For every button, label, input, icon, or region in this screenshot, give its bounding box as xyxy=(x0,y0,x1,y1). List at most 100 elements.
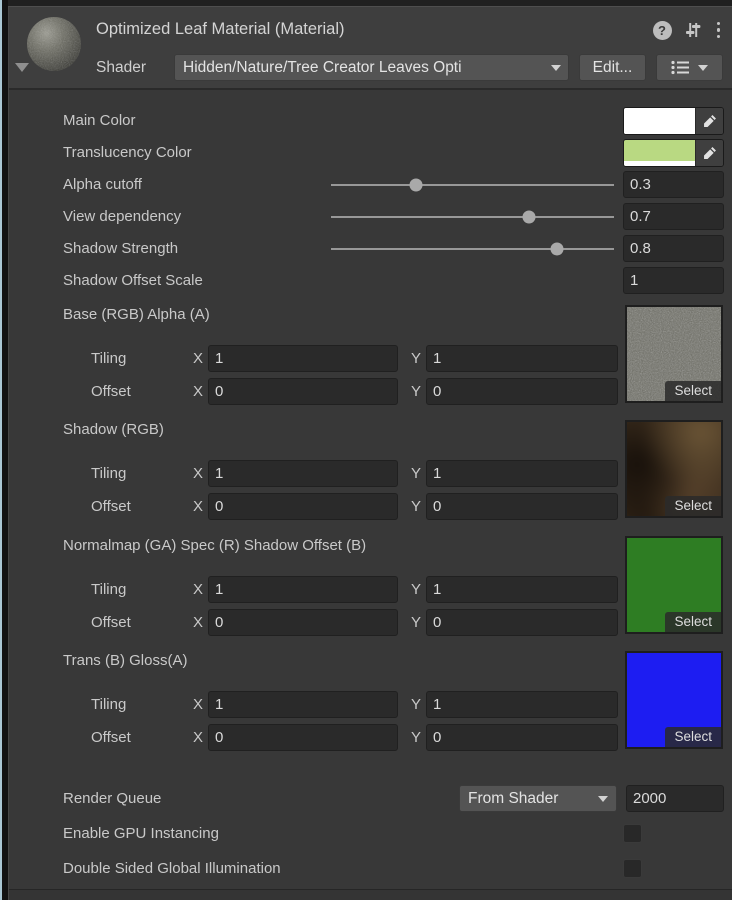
tiling-x-input[interactable] xyxy=(208,460,398,487)
select-texture-button[interactable]: Select xyxy=(665,381,721,401)
shader-label: Shader xyxy=(96,59,146,77)
more-menu-icon[interactable] xyxy=(714,22,724,39)
texture-thumbnail-trans[interactable]: Select xyxy=(625,651,723,749)
x-label: X xyxy=(193,696,208,713)
offset-x-input[interactable] xyxy=(208,724,398,751)
slider-thumb[interactable] xyxy=(551,242,564,255)
y-label: Y xyxy=(411,383,426,400)
shadow-strength-label: Shadow Strength xyxy=(63,235,178,262)
slider-thumb[interactable] xyxy=(409,178,422,191)
presets-icon[interactable] xyxy=(684,21,702,39)
translucency-color-label: Translucency Color xyxy=(63,139,192,167)
material-header: Optimized Leaf Material (Material) ? Sha… xyxy=(9,7,732,90)
alpha-cutoff-label: Alpha cutoff xyxy=(63,171,142,198)
x-label: X xyxy=(193,498,208,515)
eyedropper-icon[interactable] xyxy=(695,140,723,166)
shadow-offset-scale-value[interactable] xyxy=(623,267,724,294)
chevron-down-icon xyxy=(698,65,708,71)
x-label: X xyxy=(193,465,208,482)
view-dependency-label: View dependency xyxy=(63,203,181,230)
y-label: Y xyxy=(411,350,426,367)
main-color-swatch[interactable] xyxy=(624,108,695,134)
help-icon[interactable]: ? xyxy=(653,21,672,40)
alpha-cutoff-value[interactable] xyxy=(623,171,724,198)
main-color-control xyxy=(623,107,724,135)
tiling-label: Tiling xyxy=(91,696,193,713)
translucency-color-swatch[interactable] xyxy=(624,140,695,166)
tiling-y-input[interactable] xyxy=(426,345,618,372)
y-label: Y xyxy=(411,614,426,631)
gpu-instancing-checkbox[interactable] xyxy=(623,824,642,843)
texture-section-base: Base (RGB) Alpha (A) Tiling X Y Offset X… xyxy=(9,305,732,405)
tiling-x-input[interactable] xyxy=(208,691,398,718)
offset-y-input[interactable] xyxy=(426,493,618,520)
shadow-offset-scale-label: Shadow Offset Scale xyxy=(63,267,203,294)
texture-label: Trans (B) Gloss(A) xyxy=(63,652,187,669)
texture-thumbnail-base[interactable]: Select xyxy=(625,305,723,403)
shadow-strength-value[interactable] xyxy=(623,235,724,262)
translucency-color-control xyxy=(623,139,724,167)
inspector-material-panel: Optimized Leaf Material (Material) ? Sha… xyxy=(0,0,732,900)
view-dependency-slider[interactable] xyxy=(331,203,614,230)
texture-thumbnail-shadow[interactable]: Select xyxy=(625,420,723,518)
alpha-bar xyxy=(624,161,695,166)
select-texture-button[interactable]: Select xyxy=(665,727,721,747)
tiling-x-input[interactable] xyxy=(208,576,398,603)
tiling-y-input[interactable] xyxy=(426,576,618,603)
x-label: X xyxy=(193,383,208,400)
slider-thumb[interactable] xyxy=(523,210,536,223)
x-label: X xyxy=(193,729,208,746)
texture-section-shadow: Shadow (RGB) Tiling X Y Offset X Y Selec… xyxy=(9,420,732,520)
x-label: X xyxy=(193,350,208,367)
offset-label: Offset xyxy=(91,614,193,631)
y-label: Y xyxy=(411,696,426,713)
select-texture-button[interactable]: Select xyxy=(665,612,721,632)
edit-shader-button[interactable]: Edit... xyxy=(579,54,646,81)
render-queue-value[interactable] xyxy=(626,785,724,812)
double-sided-gi-label: Double Sided Global Illumination xyxy=(63,855,281,882)
tiling-y-input[interactable] xyxy=(426,460,618,487)
eyedropper-icon[interactable] xyxy=(695,108,723,134)
material-title: Optimized Leaf Material (Material) xyxy=(96,20,345,39)
gpu-instancing-label: Enable GPU Instancing xyxy=(63,820,219,847)
tiling-y-input[interactable] xyxy=(426,691,618,718)
texture-label: Base (RGB) Alpha (A) xyxy=(63,306,210,323)
render-queue-label: Render Queue xyxy=(63,785,161,812)
tiling-label: Tiling xyxy=(91,581,193,598)
x-label: X xyxy=(193,614,208,631)
offset-x-input[interactable] xyxy=(208,378,398,405)
view-dependency-value[interactable] xyxy=(623,203,724,230)
shadow-strength-slider[interactable] xyxy=(331,235,614,262)
foldout-arrow-icon[interactable] xyxy=(15,63,29,72)
tiling-label: Tiling xyxy=(91,350,193,367)
select-texture-button[interactable]: Select xyxy=(665,496,721,516)
tiling-x-input[interactable] xyxy=(208,345,398,372)
offset-label: Offset xyxy=(91,498,193,515)
render-queue-dropdown[interactable]: From Shader xyxy=(459,785,617,812)
list-icon xyxy=(671,60,689,75)
offset-y-input[interactable] xyxy=(426,378,618,405)
texture-label: Normalmap (GA) Spec (R) Shadow Offset (B… xyxy=(63,537,366,554)
material-preview-sphere xyxy=(27,17,81,71)
texture-thumbnail-normalmap[interactable]: Select xyxy=(625,536,723,634)
y-label: Y xyxy=(411,729,426,746)
shader-dropdown[interactable]: Hidden/Nature/Tree Creator Leaves Opti xyxy=(174,54,569,81)
alpha-cutoff-slider[interactable] xyxy=(331,171,614,198)
offset-label: Offset xyxy=(91,729,193,746)
offset-y-input[interactable] xyxy=(426,724,618,751)
y-label: Y xyxy=(411,465,426,482)
texture-section-trans: Trans (B) Gloss(A) Tiling X Y Offset X Y… xyxy=(9,651,732,751)
slider-track xyxy=(331,248,614,250)
chevron-down-icon xyxy=(551,65,561,71)
offset-x-input[interactable] xyxy=(208,493,398,520)
double-sided-gi-checkbox[interactable] xyxy=(623,859,642,878)
paste-properties-button[interactable] xyxy=(656,54,723,81)
slider-track xyxy=(331,184,614,186)
render-queue-mode: From Shader xyxy=(468,790,558,808)
main-color-label: Main Color xyxy=(63,107,136,135)
offset-x-input[interactable] xyxy=(208,609,398,636)
x-label: X xyxy=(193,581,208,598)
alpha-bar xyxy=(624,129,695,134)
offset-y-input[interactable] xyxy=(426,609,618,636)
y-label: Y xyxy=(411,498,426,515)
